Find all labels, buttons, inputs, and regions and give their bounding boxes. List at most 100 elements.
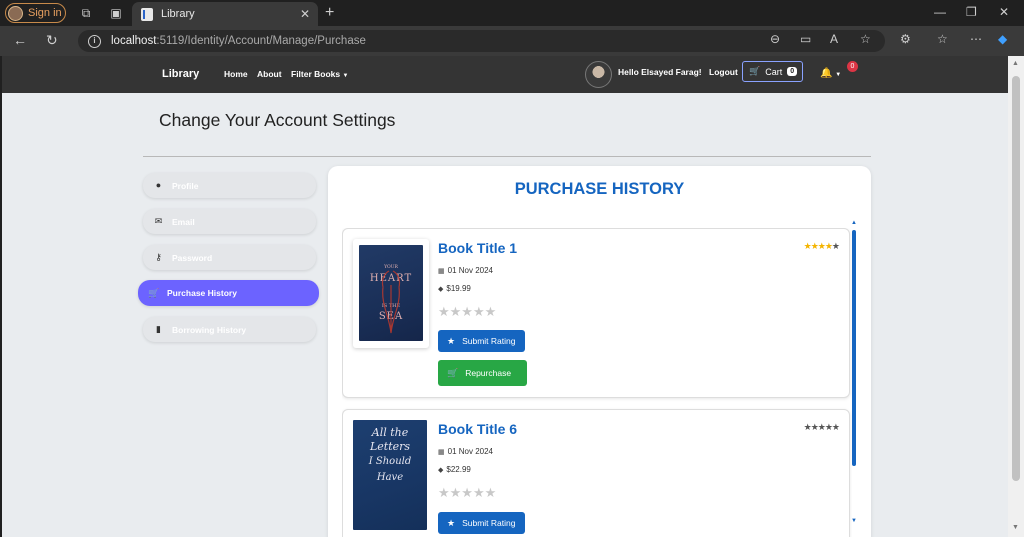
notification-count-badge: 0 (847, 61, 858, 72)
average-rating-stars: ★★★★★ (803, 241, 840, 251)
tab-title: Library (161, 8, 195, 20)
restore-icon[interactable]: ❐ (966, 5, 977, 19)
user-avatar[interactable] (585, 61, 612, 88)
purchase-date-value: 01 Nov 2024 (447, 447, 493, 456)
browser-sign-in-button[interactable]: Sign in (5, 3, 66, 23)
cover-text: Letters (369, 440, 411, 453)
cover-text: I Should (368, 456, 412, 467)
coral-illustration (381, 270, 401, 334)
price-value: $22.99 (446, 465, 471, 474)
scroll-down-icon[interactable]: ▼ (851, 518, 857, 524)
rating-input-stars[interactable]: ★★★★★ (438, 304, 496, 320)
scroll-thumb[interactable] (852, 230, 856, 466)
book-title[interactable]: Book Title 6 (438, 421, 517, 437)
rating-input-stars[interactable]: ★★★★★ (438, 485, 496, 501)
reader-mode-icon[interactable]: ▭ (800, 32, 811, 46)
sidebar-item-label: Borrowing History (172, 324, 247, 335)
profile-avatar-icon (8, 5, 23, 21)
nav-filter-books[interactable]: Filter Books ▼ (291, 69, 348, 79)
book-cover-frame: YOUR HEART IS THE SEA (353, 239, 429, 348)
sidebar-item-password[interactable]: ⚷ Password (143, 245, 316, 270)
sidebar-item-borrowing-history[interactable]: ▮ Borrowing History (143, 317, 316, 342)
nav-home[interactable]: Home (224, 69, 248, 79)
envelope-icon: ✉ (154, 216, 163, 226)
star-icon: ★ (447, 335, 456, 346)
scroll-up-icon[interactable]: ▲ (851, 220, 857, 226)
cart-count-badge: 0 (787, 67, 798, 76)
refresh-icon[interactable]: ↻ (46, 32, 58, 49)
scroll-up-icon[interactable]: ▲ (1012, 60, 1019, 67)
extensions-icon[interactable]: ⚙ (900, 32, 911, 46)
purchase-date: ▦ 01 Nov 2024 (438, 266, 493, 275)
site-info-icon[interactable]: i (88, 34, 101, 48)
greeting-link[interactable]: Hello Elsayed Farag! (618, 67, 702, 77)
purchase-card: All the Letters I Should Have Book Title… (342, 409, 850, 537)
book-title[interactable]: Book Title 1 (438, 240, 517, 256)
page-scrollbar[interactable]: ▲ ▼ (1008, 56, 1024, 537)
submit-rating-button[interactable]: ★ Submit Rating (438, 512, 525, 534)
cart-icon: 🛒 (749, 66, 761, 76)
calendar-icon: ▦ (438, 267, 445, 275)
read-aloud-icon[interactable]: A (830, 32, 838, 46)
purchase-list[interactable]: YOUR HEART IS THE SEA Book Title 1 ★★★★★… (342, 228, 852, 537)
sidebar-item-label: Profile (172, 180, 199, 191)
url-field[interactable]: i localhost:5119/Identity/Account/Manage… (78, 30, 885, 52)
divider (143, 156, 871, 157)
cover-text: All the (371, 426, 409, 439)
purchase-date-value: 01 Nov 2024 (447, 266, 493, 275)
favorites-list-icon[interactable]: ☆ (937, 32, 948, 46)
user-circle-icon: ● (155, 180, 162, 190)
repurchase-button[interactable]: 🛒 Repurchase (438, 360, 527, 386)
purchase-card: YOUR HEART IS THE SEA Book Title 1 ★★★★★… (342, 228, 850, 398)
submit-rating-label: Submit Rating (462, 336, 516, 346)
purchase-history-panel: PURCHASE HISTORY YOUR HEART IS THE SEA B… (328, 166, 871, 537)
filter-books-label: Filter Books (291, 69, 341, 79)
browser-address-bar: ← ↻ i localhost:5119/Identity/Account/Ma… (0, 26, 1024, 56)
notifications-bell-icon[interactable]: 🔔 ▼ (820, 68, 841, 79)
panel-heading: PURCHASE HISTORY (514, 180, 685, 198)
sidebar-item-profile[interactable]: ● Profile (143, 173, 316, 198)
tag-icon: ◆ (438, 466, 444, 474)
purchase-date: ▦ 01 Nov 2024 (438, 447, 493, 456)
nav-about[interactable]: About (257, 69, 282, 79)
book-icon: ▮ (156, 324, 161, 334)
scroll-thumb[interactable] (1012, 76, 1020, 481)
average-rating-stars: ★★★★★ (803, 422, 840, 432)
sidebar-item-label: Email (172, 216, 195, 227)
new-tab-icon[interactable]: + (325, 4, 334, 22)
favorite-star-icon[interactable]: ☆ (860, 32, 871, 46)
sidebar-item-label: Purchase History (167, 288, 237, 298)
more-menu-icon[interactable]: ⋯ (970, 32, 982, 46)
zoom-icon[interactable]: ⊖ (770, 32, 780, 46)
sidebar-item-purchase-history[interactable]: 🛒 Purchase History (138, 280, 319, 306)
purchase-price: ◆ $19.99 (438, 284, 471, 293)
minimize-icon[interactable]: — (934, 5, 946, 19)
brand-logo[interactable]: Library (162, 68, 199, 80)
scroll-down-icon[interactable]: ▼ (1012, 524, 1019, 531)
workspaces-icon[interactable]: ⧉ (79, 6, 93, 20)
repurchase-label: Repurchase (465, 368, 512, 378)
submit-rating-button[interactable]: ★ Submit Rating (438, 330, 525, 352)
browser-tab-library[interactable]: Library ✕ (132, 2, 318, 26)
page-content: Change Your Account Settings ● Profile ✉… (2, 93, 1008, 537)
close-tab-icon[interactable]: ✕ (300, 7, 310, 21)
submit-rating-label: Submit Rating (462, 518, 516, 528)
sidebar-item-email[interactable]: ✉ Email (143, 209, 316, 234)
logout-link[interactable]: Logout (709, 67, 738, 77)
book-favicon-icon (141, 7, 153, 21)
sign-in-label: Sign in (28, 7, 62, 19)
calendar-icon: ▦ (438, 448, 445, 456)
cart-button[interactable]: 🛒 Cart 0 (742, 61, 803, 82)
back-icon[interactable]: ← (13, 32, 27, 48)
cart-icon: 🛒 (447, 367, 459, 378)
close-window-icon[interactable]: ✕ (999, 5, 1009, 19)
purchase-list-scrollbar[interactable]: ▲ ▼ (851, 220, 858, 526)
book-cover-frame: All the Letters I Should Have (353, 420, 429, 530)
app-navbar: Library Home About Filter Books ▼ Hello … (2, 56, 1008, 93)
cover-text: Have (376, 472, 404, 483)
url-path: :5119/Identity/Account/Manage/Purchase (156, 35, 366, 47)
copilot-icon[interactable]: ◆ (998, 32, 1007, 46)
cart-label: Cart (765, 66, 783, 77)
cart-icon: 🛒 (148, 287, 160, 298)
tab-actions-icon[interactable]: ▣ (109, 6, 123, 20)
